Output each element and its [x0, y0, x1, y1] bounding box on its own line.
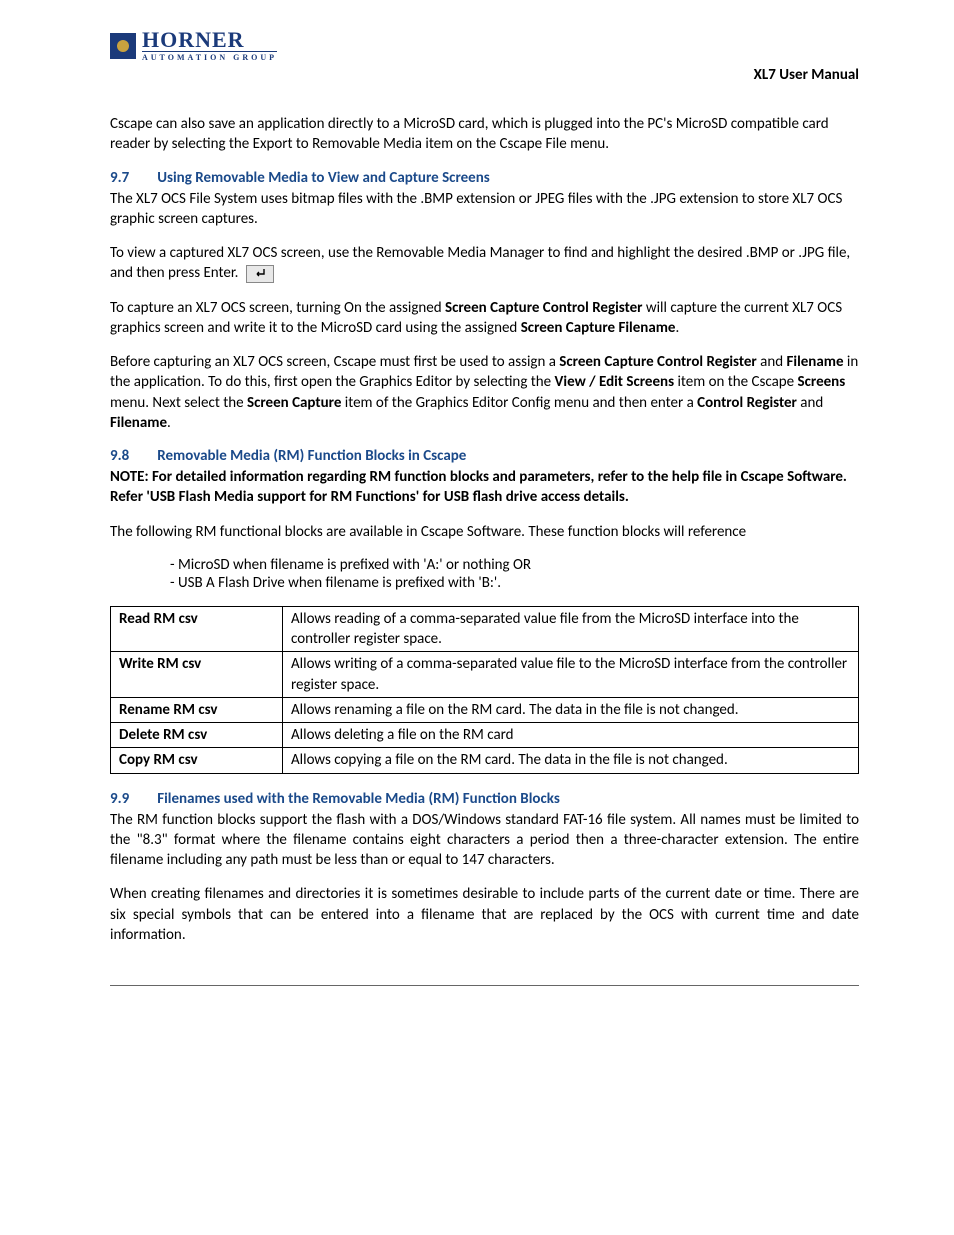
section-title: Filenames used with the Removable Media …	[157, 790, 560, 808]
section-9-9-heading: 9.9 Filenames used with the Removable Med…	[110, 790, 859, 808]
body-text: and	[757, 353, 787, 371]
table-cell-desc: Allows writing of a comma-separated valu…	[283, 652, 859, 698]
list-item: USB A Flash Drive when filename is prefi…	[170, 574, 859, 592]
table-cell-name: Write RM csv	[111, 652, 283, 698]
section-9-7-p1: The XL7 OCS File System uses bitmap file…	[110, 189, 859, 230]
body-text: item of the Graphics Editor Config menu …	[341, 394, 697, 412]
section-9-7-p3: To capture an XL7 OCS screen, turning On…	[110, 298, 859, 339]
body-bold: View / Edit Screens	[555, 373, 675, 391]
table-cell-desc: Allows deleting a file on the RM card	[283, 723, 859, 748]
section-9-9-p1: The RM function blocks support the flash…	[110, 810, 859, 871]
section-9-9-p2: When creating filenames and directories …	[110, 884, 859, 945]
section-9-8-p2: The following RM functional blocks are a…	[110, 522, 859, 542]
section-9-7-p2: To view a captured XL7 OCS screen, use t…	[110, 243, 859, 284]
body-bold: Screens	[798, 373, 846, 391]
body-text: menu. Next select the	[110, 394, 247, 412]
intro-paragraph: Cscape can also save an application dire…	[110, 114, 859, 155]
body-bold: Screen Capture Filename	[521, 319, 676, 337]
table-row: Delete RM csv Allows deleting a file on …	[111, 723, 859, 748]
logo-brand: HORNER	[142, 30, 277, 52]
table-cell-name: Read RM csv	[111, 606, 283, 652]
enter-icon	[246, 265, 274, 283]
section-9-7-p4: Before capturing an XL7 OCS screen, Csca…	[110, 352, 859, 433]
body-bold: Filename	[110, 414, 167, 432]
table-cell-name: Copy RM csv	[111, 748, 283, 773]
body-bold: Screen Capture	[247, 394, 341, 412]
table-row: Read RM csv Allows reading of a comma-se…	[111, 606, 859, 652]
section-title: Using Removable Media to View and Captur…	[157, 169, 490, 187]
logo-subbrand: AUTOMATION GROUP	[142, 54, 277, 62]
footer-rule	[110, 985, 859, 986]
body-text: .	[167, 414, 171, 432]
body-bold: Control Register	[697, 394, 797, 412]
section-9-8-heading: 9.8 Removable Media (RM) Function Blocks …	[110, 447, 859, 465]
document-title: XL7 User Manual	[754, 66, 859, 84]
body-bold: Screen Capture Control Register	[559, 353, 756, 371]
body-bold: Screen Capture Control Register	[445, 299, 642, 317]
body-text: item on the Cscape	[674, 373, 797, 391]
body-text: To capture an XL7 OCS screen, turning On…	[110, 299, 445, 317]
body-text: To view a captured XL7 OCS screen, use t…	[110, 244, 850, 282]
body-text: and	[797, 394, 823, 412]
section-number: 9.9	[110, 790, 129, 808]
table-cell-desc: Allows copying a file on the RM card. Th…	[283, 748, 859, 773]
logo: HORNER AUTOMATION GROUP	[110, 30, 277, 61]
body-bold: Filename	[787, 353, 844, 371]
list-item: MicroSD when filename is prefixed with '…	[170, 556, 859, 574]
rm-function-table: Read RM csv Allows reading of a comma-se…	[110, 606, 859, 774]
section-number: 9.8	[110, 447, 129, 465]
table-cell-desc: Allows renaming a file on the RM card. T…	[283, 697, 859, 722]
body-text: Before capturing an XL7 OCS screen, Csca…	[110, 353, 559, 371]
logo-mark-icon	[110, 33, 136, 59]
table-cell-desc: Allows reading of a comma-separated valu…	[283, 606, 859, 652]
table-cell-name: Delete RM csv	[111, 723, 283, 748]
table-row: Copy RM csv Allows copying a file on the…	[111, 748, 859, 773]
section-9-7-heading: 9.7 Using Removable Media to View and Cap…	[110, 169, 859, 187]
section-number: 9.7	[110, 169, 129, 187]
body-text: .	[675, 319, 679, 337]
table-cell-name: Rename RM csv	[111, 697, 283, 722]
table-row: Rename RM csv Allows renaming a file on …	[111, 697, 859, 722]
table-row: Write RM csv Allows writing of a comma-s…	[111, 652, 859, 698]
reference-list: MicroSD when filename is prefixed with '…	[110, 556, 859, 592]
section-9-8-note: NOTE: For detailed information regarding…	[110, 467, 859, 508]
section-title: Removable Media (RM) Function Blocks in …	[157, 447, 466, 465]
